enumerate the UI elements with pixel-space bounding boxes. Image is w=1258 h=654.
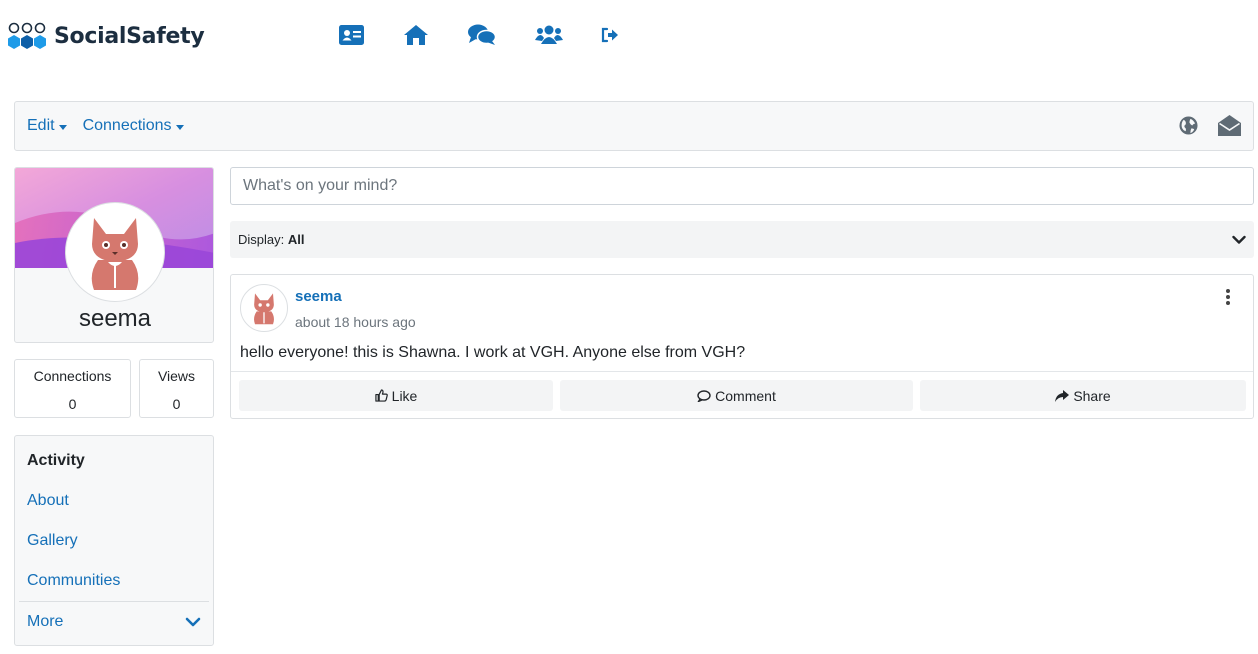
share-label: Share — [1073, 387, 1111, 404]
brand-logo[interactable]: SocialSafety — [8, 20, 205, 52]
brand-name: SocialSafety — [54, 23, 205, 49]
logo-icon — [8, 22, 46, 49]
post-card: seema about 18 hours ago hello everyone!… — [230, 274, 1254, 419]
display-filter-text: Display: All — [238, 232, 305, 247]
post-composer-input[interactable] — [230, 167, 1254, 205]
edit-dropdown[interactable]: Edit — [27, 117, 67, 135]
profile-avatar[interactable] — [65, 202, 165, 302]
post-author-name[interactable]: seema — [295, 288, 342, 305]
display-value: All — [287, 232, 305, 247]
post-timestamp: about 18 hours ago — [295, 314, 416, 330]
sidenav-item-gallery[interactable]: Gallery — [27, 532, 78, 550]
chat-icon[interactable] — [468, 22, 496, 48]
profile-card: seema — [14, 167, 214, 343]
like-button[interactable]: Like — [239, 380, 553, 411]
main-nav — [338, 22, 619, 48]
display-filter[interactable]: Display: All — [230, 221, 1254, 258]
users-icon[interactable] — [535, 22, 563, 48]
share-icon — [1055, 389, 1070, 402]
post-body: hello everyone! this is Shawna. I work a… — [240, 344, 746, 361]
comment-icon — [697, 389, 711, 402]
views-stat[interactable]: Views 0 — [139, 359, 214, 418]
kebab-menu-icon[interactable] — [1225, 288, 1231, 306]
sidenav-divider — [19, 601, 209, 602]
connections-label: Connections — [82, 117, 172, 134]
post-author-avatar[interactable] — [240, 284, 288, 332]
thumbs-up-icon — [374, 389, 388, 402]
comment-button[interactable]: Comment — [560, 380, 913, 411]
like-label: Like — [391, 387, 418, 404]
stat-label: Connections — [33, 368, 112, 384]
display-prefix: Display: — [238, 232, 285, 247]
caret-down-icon — [58, 124, 67, 130]
share-button[interactable]: Share — [920, 380, 1246, 411]
home-icon[interactable] — [403, 22, 429, 48]
sidenav-item-about[interactable]: About — [27, 492, 69, 510]
globe-icon[interactable] — [1179, 116, 1198, 135]
comment-label: Comment — [715, 387, 776, 404]
chevron-down-icon[interactable] — [185, 615, 201, 633]
post-divider — [231, 371, 1253, 372]
chevron-down-icon — [1232, 233, 1246, 251]
stat-value: 0 — [68, 396, 77, 412]
toolbar-menu: Edit Connections — [27, 117, 184, 135]
toolbar-right-icons — [1179, 115, 1241, 136]
stat-label: Views — [157, 368, 196, 384]
envelope-open-icon[interactable] — [1218, 115, 1241, 136]
profile-sidenav: Activity About Gallery Communities More — [14, 435, 214, 646]
cat-avatar-icon — [254, 293, 274, 325]
connections-dropdown[interactable]: Connections — [83, 117, 184, 135]
edit-label: Edit — [27, 117, 55, 134]
top-navbar: SocialSafety — [0, 0, 1258, 80]
connections-stat[interactable]: Connections 0 — [14, 359, 131, 418]
sidenav-item-communities[interactable]: Communities — [27, 572, 120, 590]
profile-username: seema — [78, 305, 152, 332]
caret-down-icon — [175, 124, 184, 130]
profile-toolbar: Edit Connections — [14, 101, 1254, 151]
profile-card-icon[interactable] — [338, 22, 364, 48]
sign-out-icon[interactable] — [601, 22, 619, 48]
stat-value: 0 — [172, 396, 181, 412]
sidenav-item-activity[interactable]: Activity — [27, 452, 85, 470]
sidenav-item-more[interactable]: More — [27, 613, 63, 631]
cat-avatar-icon — [91, 218, 139, 290]
